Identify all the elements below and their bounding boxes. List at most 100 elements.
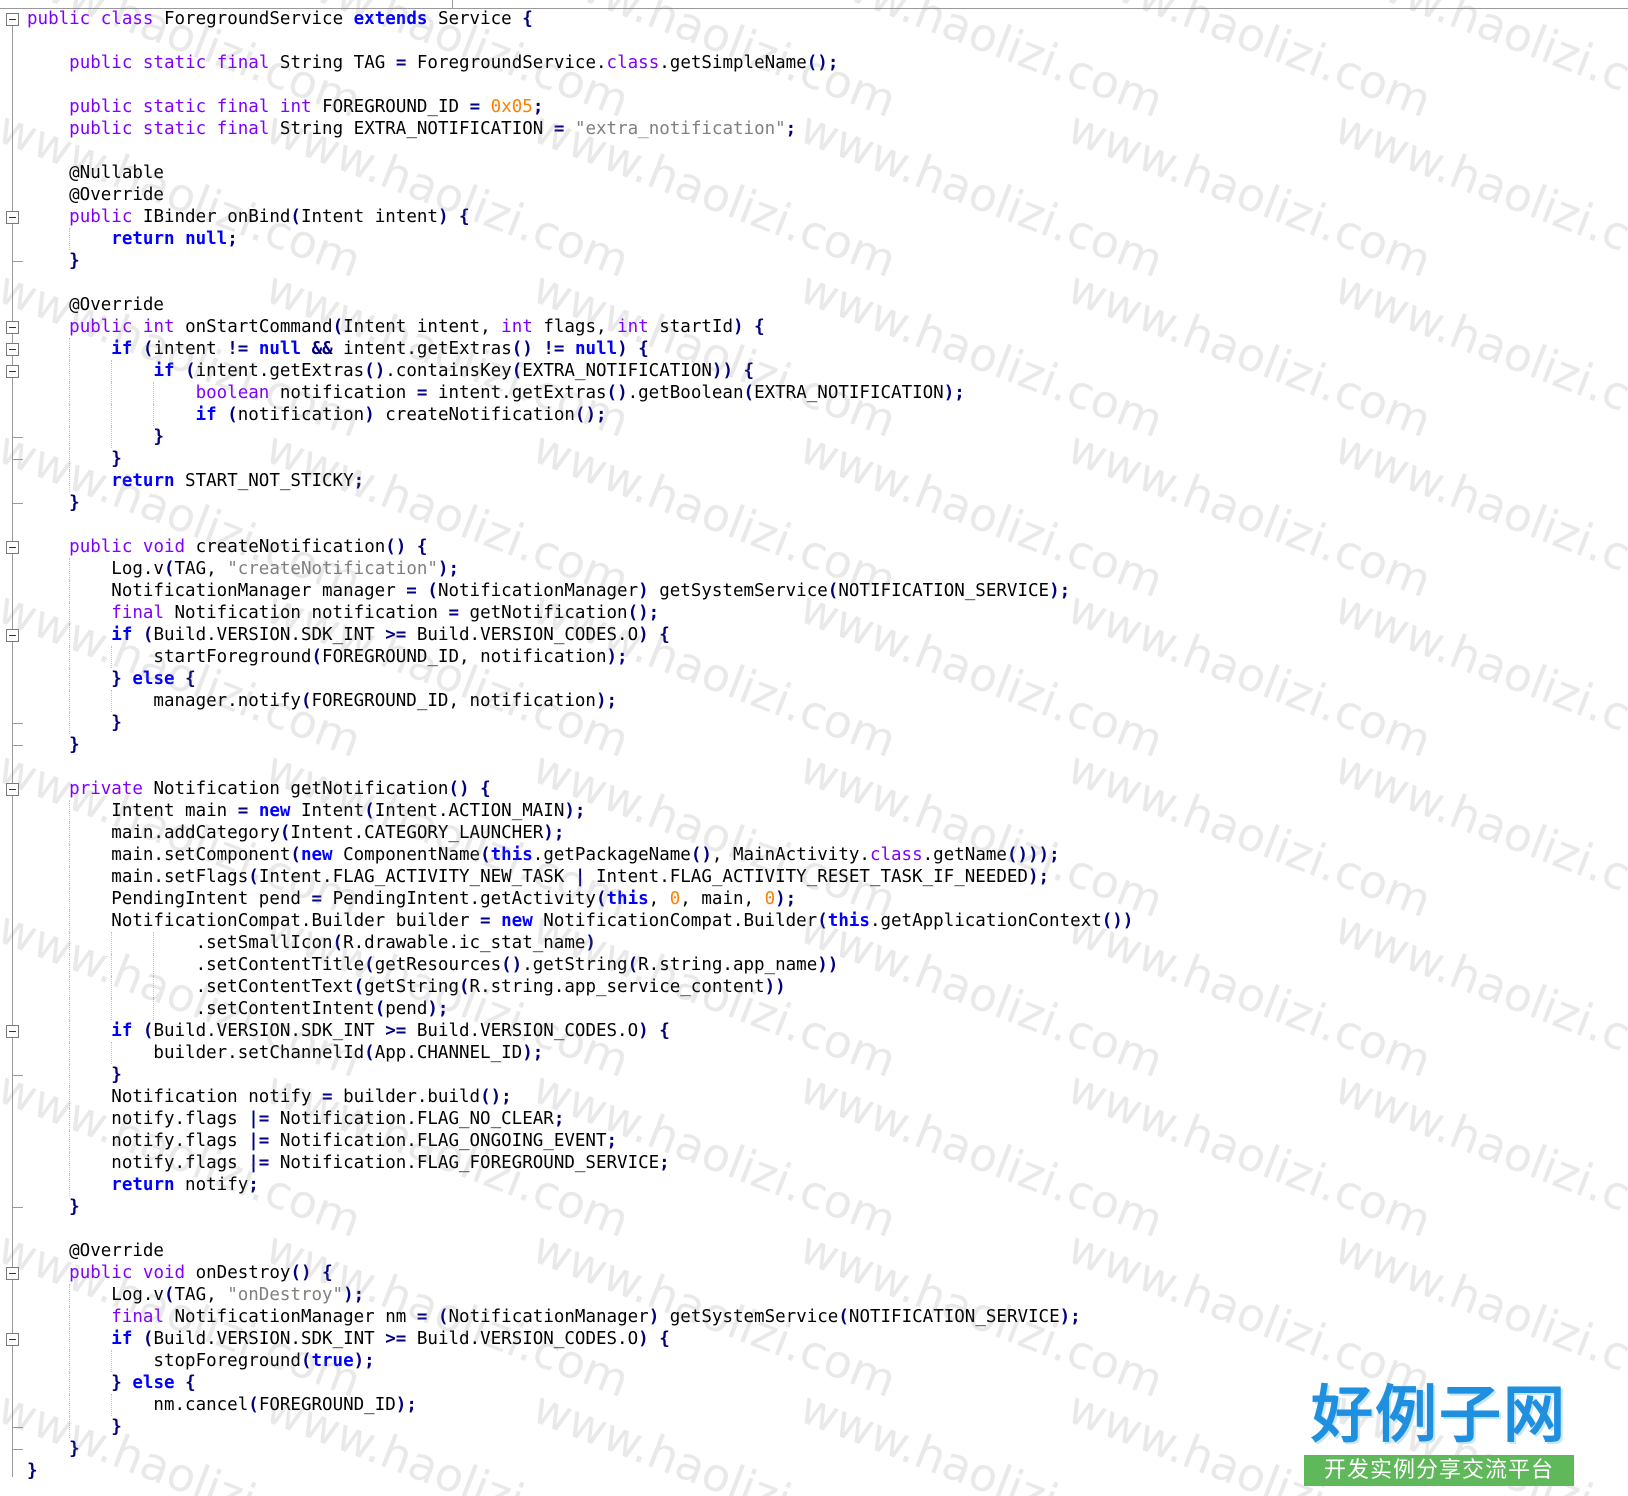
bold-keyword-token: else [132,669,175,689]
code-text: stopForeground [27,1351,301,1371]
indent-guide [69,998,71,1020]
operator-token: ( [374,999,386,1019]
operator-token: ) [617,339,628,359]
fold-minus-icon[interactable] [6,211,19,224]
code-text: , [648,889,670,909]
fold-end-marker [12,459,23,460]
code-text: intent.getExtras [427,383,607,403]
logo-subtitle: 开发实例分享交流平台 [1304,1455,1574,1486]
code-text: TAG, [174,1285,228,1305]
code-text: getString [364,977,459,997]
keyword-token: int [617,317,649,337]
code-text: getNotification [459,603,628,623]
operator-token: () [511,339,533,359]
operator-token: } [69,1439,80,1459]
keyword-token: public [27,9,91,29]
indent-guide [153,998,155,1020]
code-text: ForegroundService. [406,53,607,73]
operator-token: ( [248,1395,259,1415]
code-text: notify.flags [27,1131,249,1151]
fold-minus-icon[interactable] [6,783,19,796]
fold-minus-icon[interactable] [6,629,19,642]
code-text: Log.v [27,1285,164,1305]
code-text: ComponentName [332,845,481,865]
operator-token: ())); [1006,845,1060,865]
operator-token: ( [142,625,154,645]
code-text: intent.getExtras [332,339,512,359]
operator-token: ); [522,1043,544,1063]
bold-keyword-token: extends [353,9,428,29]
code-text: getResources [374,955,502,975]
code-text: notification [269,383,417,403]
fold-minus-icon[interactable] [6,13,19,26]
operator-token: ( [300,691,312,711]
code-text: manager.notify [27,691,301,711]
bold-keyword-token: else [132,1373,175,1393]
string-token: "createNotification" [227,559,438,579]
fold-minus-icon[interactable] [6,1025,19,1038]
code-line: public static final String TAG = Foregro… [27,52,1607,74]
fold-minus-icon[interactable] [6,365,19,378]
code-text: Notification getNotification [142,779,449,799]
fold-minus-icon[interactable] [6,343,19,356]
logo-title: 好例子网 [1310,1378,1567,1451]
indent-guide [153,382,155,404]
code-text: intent.getExtras [195,361,365,381]
fold-gutter [0,9,24,1496]
keyword-token: public [69,537,133,557]
indent-guide [153,404,155,426]
operator-token: >= [385,625,407,645]
code-text: NOTIFICATION_SERVICE [838,581,1050,601]
code-line: NotificationManager manager = (Notificat… [27,580,1607,602]
operator-token: (); [480,1087,512,1107]
code-text: PendingIntent.getActivity [322,889,596,909]
code-text: Log.v [27,559,164,579]
operator-token: () [448,779,470,799]
operator-token: )) [817,955,839,975]
indent-guide [69,690,71,712]
code-line: private Notification getNotification() { [27,778,1607,800]
operator-token: ( [838,1307,849,1327]
code-line: } [27,250,1607,272]
code-line: } [27,492,1607,514]
bold-keyword-token: if [111,339,133,359]
code-line: .setContentTitle(getResources().getStrin… [27,954,1607,976]
operator-token: = [237,801,249,821]
code-text: Notification notification [163,603,449,623]
code-line: PendingIntent pend = PendingIntent.getAc… [27,888,1607,910]
bold-keyword-token: if [111,625,133,645]
code-line: public class ForegroundService extends S… [27,8,1607,30]
fold-minus-icon[interactable] [6,541,19,554]
code-line: main.addCategory(Intent.CATEGORY_LAUNCHE… [27,822,1607,844]
code-text: NOTIFICATION_SERVICE [848,1307,1060,1327]
operator-token: ) [364,405,375,425]
code-text: Intent main [27,801,238,821]
keyword-token: public [69,53,133,73]
operator-token: ; [227,229,238,249]
code-line: notify.flags |= Notification.FLAG_ONGOIN… [27,1130,1607,1152]
code-line: @Override [27,294,1607,316]
operator-token: } [111,1417,122,1437]
fold-minus-icon[interactable] [6,321,19,334]
code-line: main.setFlags(Intent.FLAG_ACTIVITY_NEW_T… [27,866,1607,888]
fold-minus-icon[interactable] [6,1267,19,1280]
code-line: .setSmallIcon(R.drawable.ic_stat_name) [27,932,1607,954]
code-editor[interactable]: public class ForegroundService extends S… [27,8,1607,1482]
bold-keyword-token: null [575,339,618,359]
fold-minus-icon[interactable] [6,1333,19,1346]
code-text: intent [153,339,228,359]
operator-token: } [111,1065,122,1085]
